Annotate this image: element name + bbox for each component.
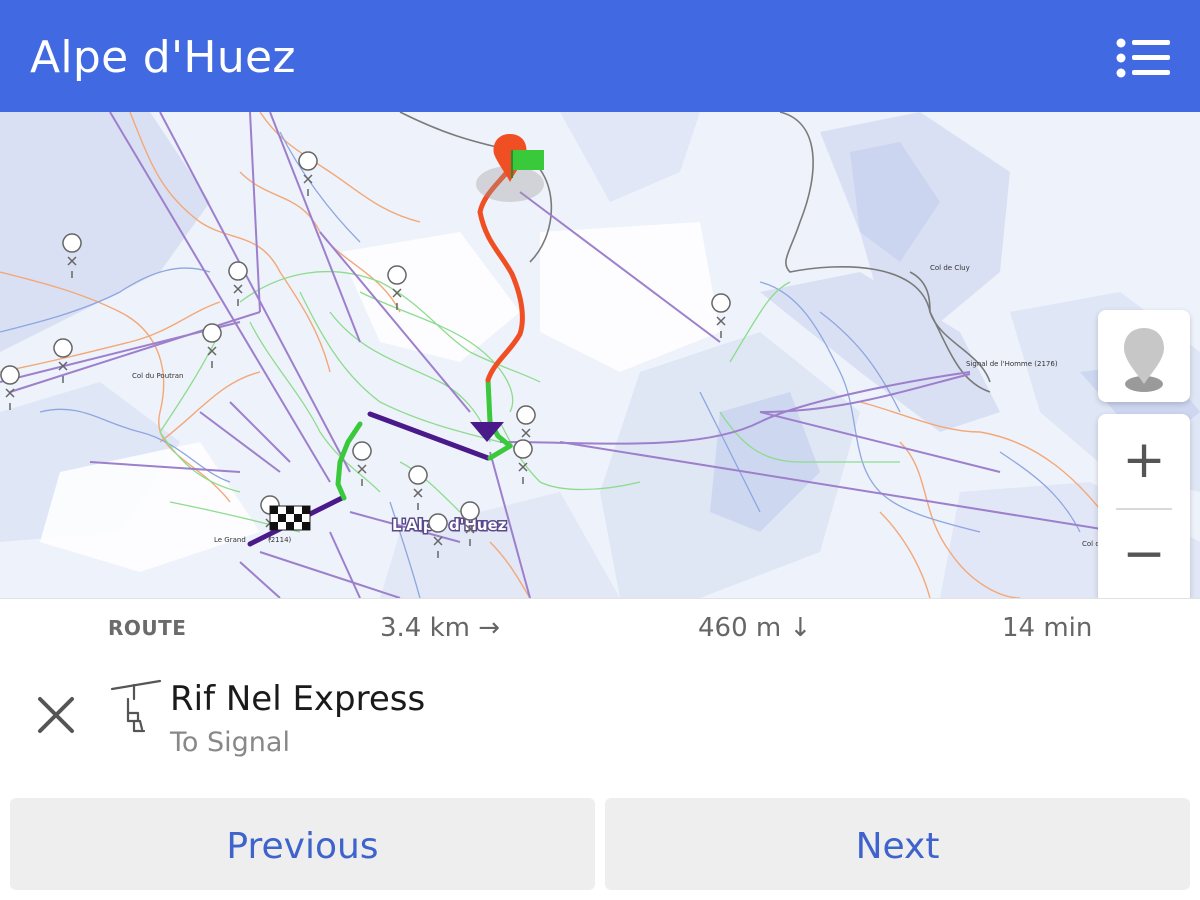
map-label-le-grand: Le Grand [214, 536, 246, 544]
zoom-control: + − [1098, 414, 1190, 598]
route-time: 14 min [1002, 613, 1093, 643]
locate-control [1098, 310, 1190, 402]
app-header: Alpe d'Huez [0, 0, 1200, 112]
route-stats-bar: ROUTE 3.4 km → 460 m ↓ 14 min [0, 598, 1200, 658]
map-label-col-poutran: Col du Poutran [132, 372, 184, 380]
map-label-town: L'Alpe d'Huez [392, 516, 507, 534]
map-view[interactable]: Col de Cluy Signal de l'Homme (2176) Col… [0, 112, 1200, 598]
route-label: ROUTE [108, 616, 187, 640]
zoom-in-button[interactable]: + [1098, 414, 1190, 506]
previous-button[interactable]: Previous [10, 798, 595, 890]
step-lift-name: Rif Nel Express [170, 679, 426, 719]
zoom-out-button[interactable]: − [1098, 510, 1190, 598]
list-icon[interactable] [1116, 38, 1172, 78]
route-step: Rif Nel Express To Signal [0, 657, 1200, 797]
map-label-alt: (2114) [268, 536, 292, 544]
next-button[interactable]: Next [605, 798, 1190, 890]
location-pin-icon[interactable] [1098, 310, 1190, 402]
chairlift-icon [110, 677, 162, 737]
finish-flag-icon [269, 505, 311, 531]
map-label-col-chuy: Col de Cluy [930, 264, 970, 272]
route-distance: 3.4 km → [380, 613, 501, 643]
page-title: Alpe d'Huez [30, 32, 296, 83]
route-descent: 460 m ↓ [698, 613, 812, 643]
step-direction: To Signal [170, 727, 290, 758]
map-label-signal-homme: Signal de l'Homme (2176) [966, 360, 1058, 368]
close-icon[interactable] [34, 693, 78, 737]
